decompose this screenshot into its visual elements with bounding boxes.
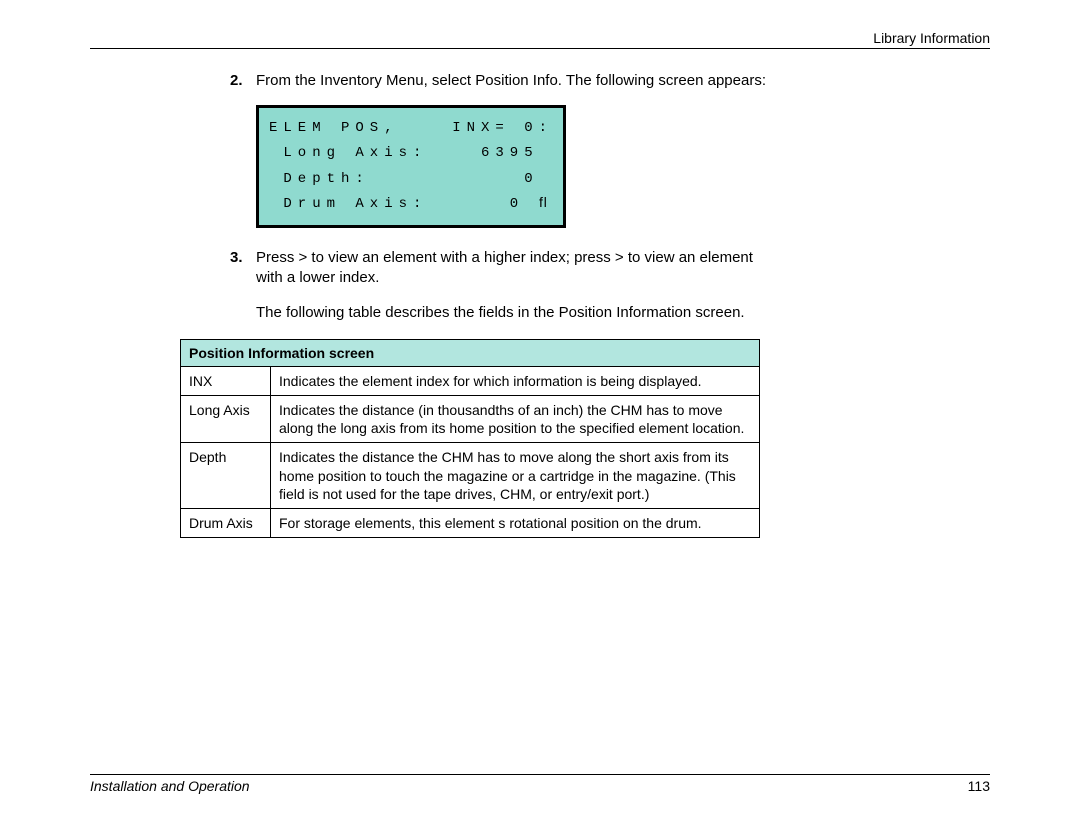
table-row: INX Indicates the element index for whic… [181, 366, 760, 395]
lcd-r1-left: ELEM POS, [269, 116, 399, 141]
lcd-row-1: ELEM POS, INX= 0: [269, 116, 553, 141]
step-number: 2. [230, 71, 256, 91]
footer-page-number: 113 [968, 778, 990, 794]
lcd-row-4: Drum Axis: 0 ﬂ [269, 192, 553, 217]
header-section: Library Information [873, 30, 990, 46]
lcd-display: ELEM POS, INX= 0: Long Axis: 6395 Depth:… [256, 105, 566, 228]
table-desc: For storage elements, this element s rot… [271, 508, 760, 537]
lcd-r4-left: Drum Axis: [269, 192, 427, 217]
page-footer: Installation and Operation 113 [90, 774, 990, 794]
page-header: Library Information [90, 30, 990, 49]
step-2: 2. From the Inventory Menu, select Posit… [230, 71, 770, 91]
table-row: Drum Axis For storage elements, this ele… [181, 508, 760, 537]
table-field: INX [181, 366, 271, 395]
lcd-r2-right: 6395 [481, 141, 553, 166]
table-desc: Indicates the distance the CHM has to mo… [271, 443, 760, 509]
lcd-row-3: Depth: 0 [269, 167, 553, 192]
table-field: Depth [181, 443, 271, 509]
step-text: From the Inventory Menu, select Position… [256, 71, 766, 91]
step-text: Press > to view an element with a higher… [256, 248, 770, 289]
table-desc: Indicates the element index for which in… [271, 366, 760, 395]
table-row: Depth Indicates the distance the CHM has… [181, 443, 760, 509]
main-body: 2. From the Inventory Menu, select Posit… [230, 71, 770, 538]
lcd-r3-left: Depth: [269, 167, 370, 192]
lcd-row-2: Long Axis: 6395 [269, 141, 553, 166]
lcd-r3-right: 0 [524, 167, 553, 192]
lcd-r1-right: INX= 0: [452, 116, 553, 141]
step-number: 3. [230, 248, 256, 289]
lcd-r2-left: Long Axis: [269, 141, 427, 166]
step-3: 3. Press > to view an element with a hig… [230, 248, 770, 289]
table-desc: Indicates the distance (in thousandths o… [271, 395, 760, 442]
table-field: Drum Axis [181, 508, 271, 537]
paragraph-table-intro: The following table describes the fields… [256, 303, 770, 323]
table-title: Position Information screen [181, 339, 760, 366]
footer-title: Installation and Operation [90, 778, 250, 794]
table-row: Long Axis Indicates the distance (in tho… [181, 395, 760, 442]
table-field: Long Axis [181, 395, 271, 442]
position-info-table: Position Information screen INX Indicate… [180, 339, 760, 538]
lcd-r4-right: 0 ﬂ [510, 192, 553, 217]
